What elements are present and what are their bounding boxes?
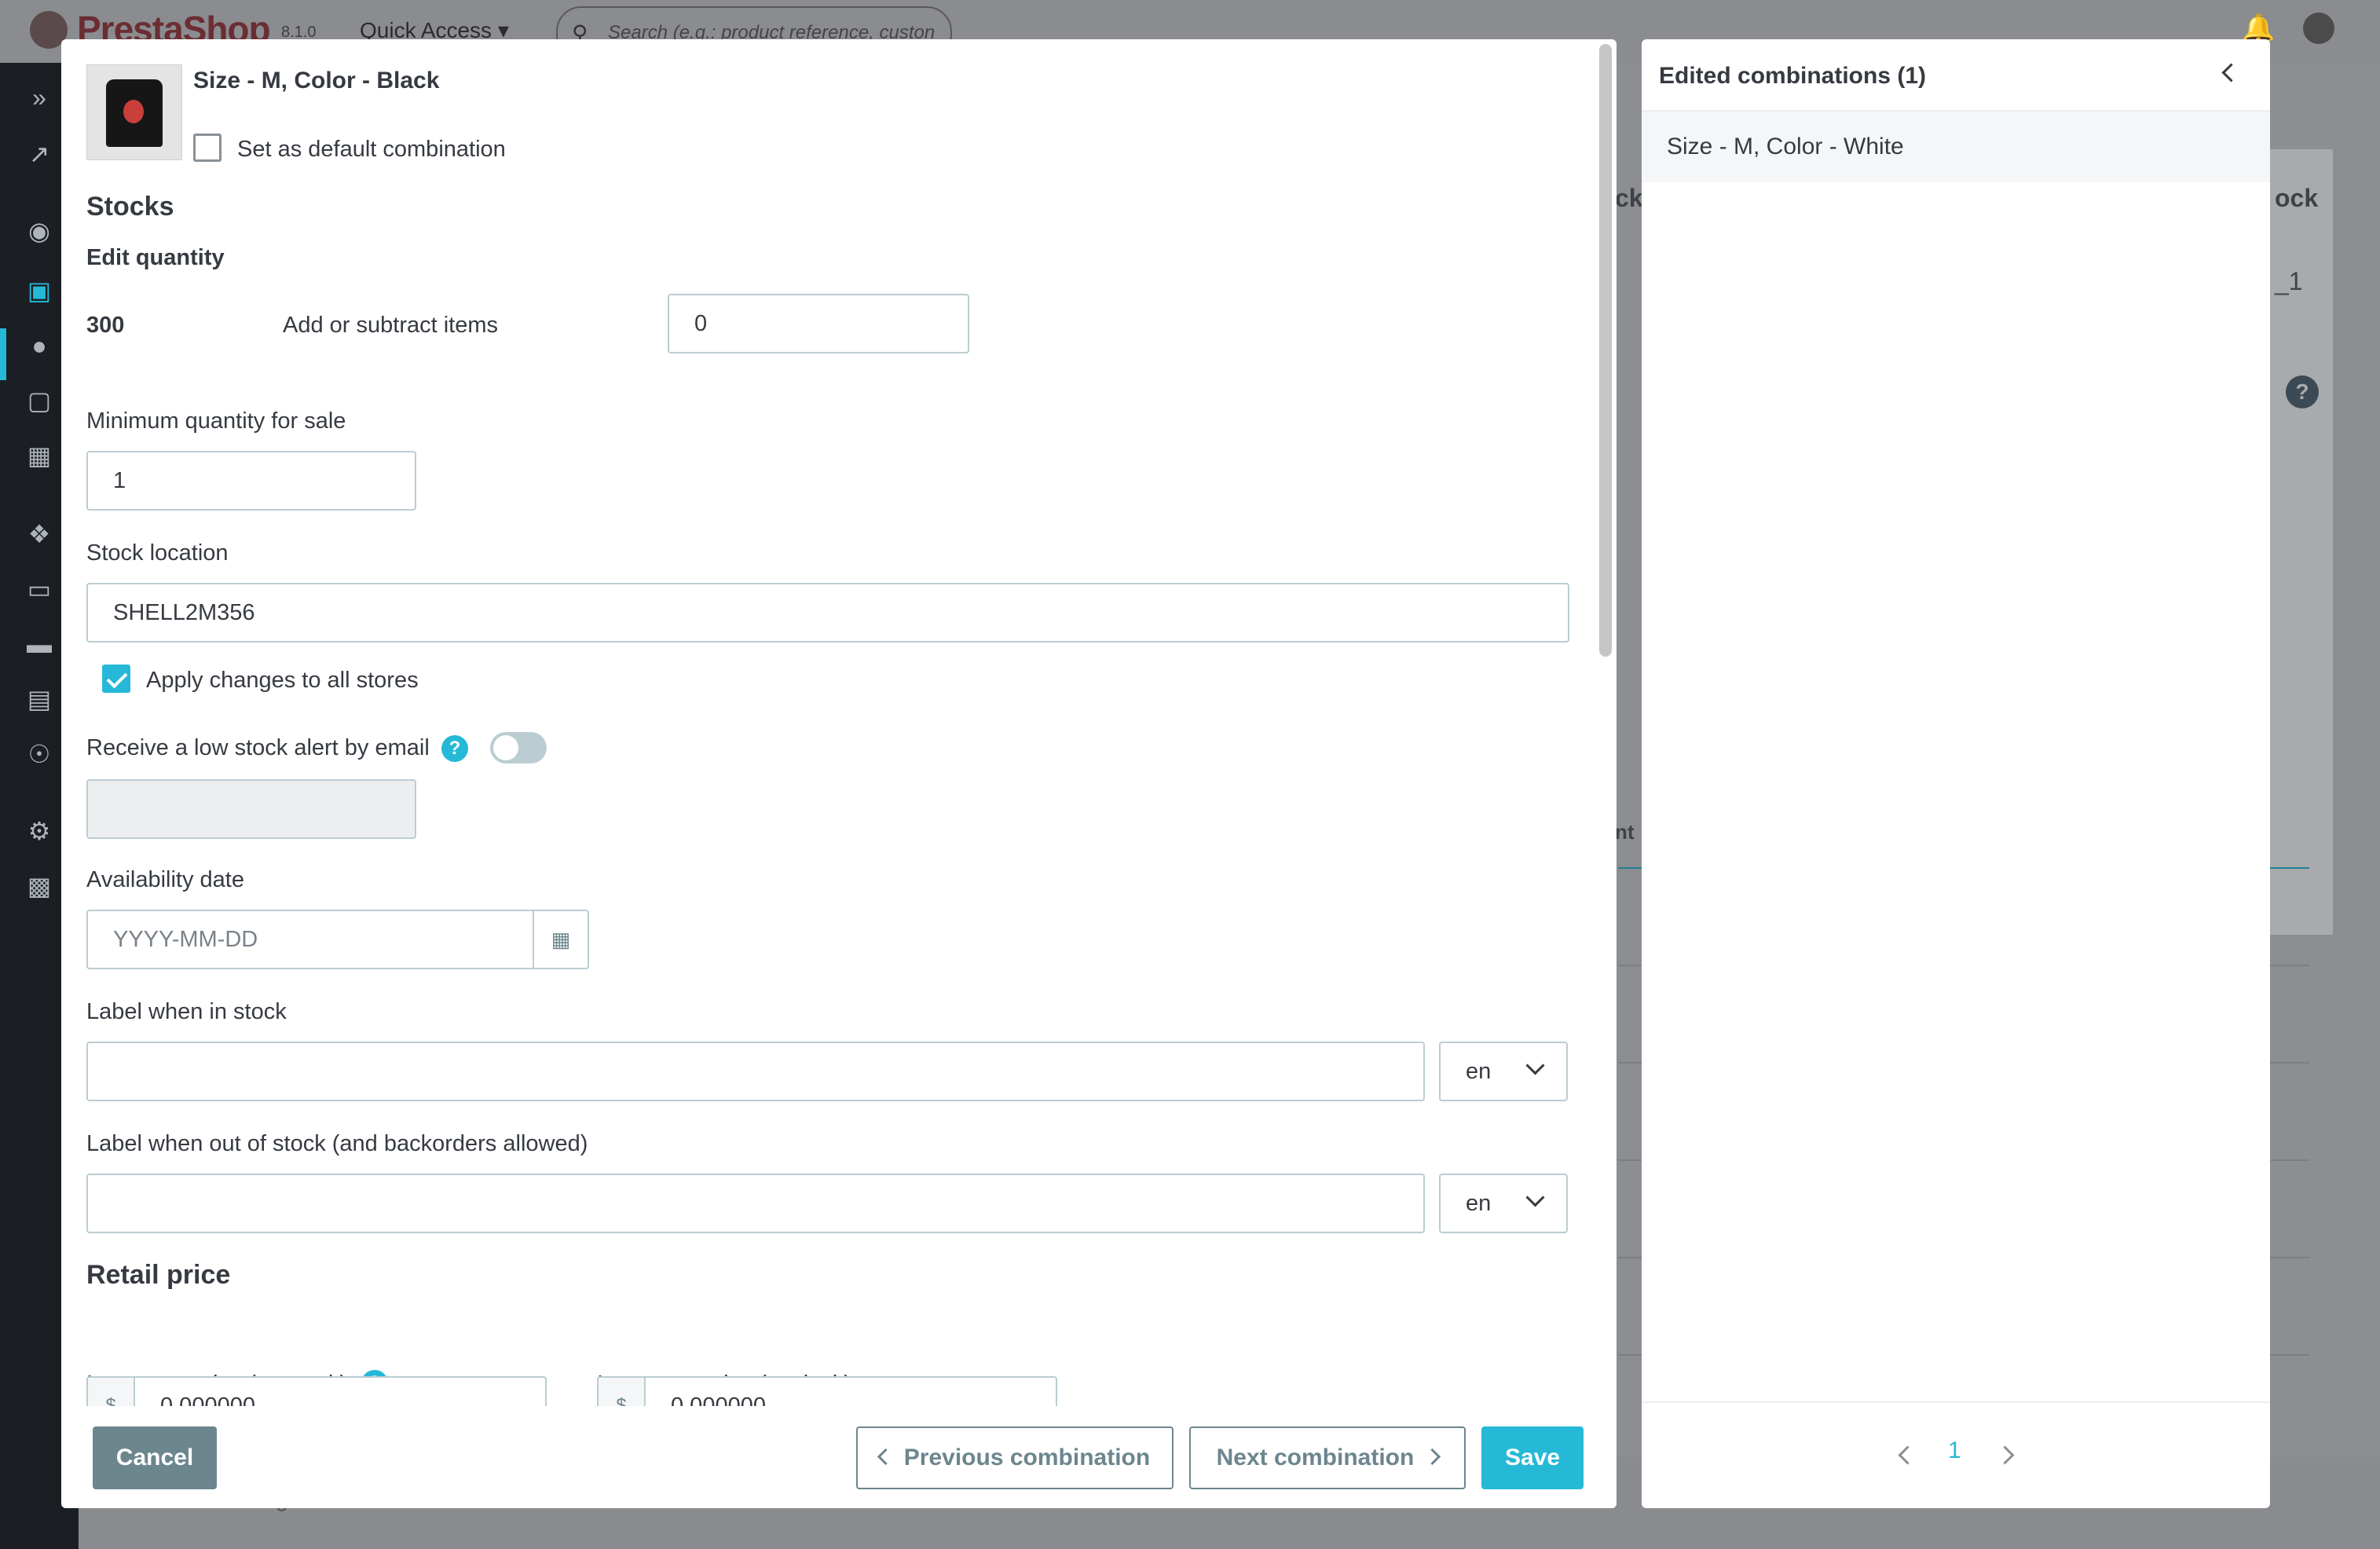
chart-icon[interactable]: ↗ (22, 137, 57, 171)
label-out-stock-label: Label when out of stock (and backorders … (86, 1131, 588, 1156)
stocks-heading: Stocks (86, 192, 174, 222)
modal-footer: Cancel Previous combination Next combina… (61, 1406, 1617, 1508)
edited-combination-label: Size - M, Color - White (1667, 134, 1904, 159)
availability-date-input[interactable]: YYYY-MM-DD (86, 910, 534, 969)
min-qty-label: Minimum quantity for sale (86, 408, 346, 434)
add-subtract-input[interactable]: 0 (668, 294, 969, 353)
availability-date-label: Availability date (86, 867, 244, 892)
low-stock-help-icon[interactable]: ? (441, 735, 468, 762)
calendar-icon[interactable]: ▦ (534, 910, 589, 969)
chevron-right-icon[interactable] (1995, 1445, 2015, 1465)
edit-quantity-heading: Edit quantity (86, 245, 225, 270)
modal-scrollbar[interactable] (1599, 44, 1612, 657)
default-combination-label: Set as default combination (237, 137, 506, 162)
edited-combinations-panel: Edited combinations (1) Size - M, Color … (1642, 39, 2270, 1508)
apply-all-stores-label: Apply changes to all stores (146, 668, 419, 693)
impact-incl-input[interactable]: 0.000000 (644, 1376, 1057, 1406)
low-stock-alert-toggle[interactable] (490, 732, 547, 764)
globe-icon[interactable]: ☉ (22, 737, 57, 771)
retail-price-heading: Retail price (86, 1260, 231, 1290)
background-fragment: nt (1615, 820, 1635, 844)
impact-excl-input[interactable]: 0.000000 (134, 1376, 547, 1406)
default-combination-checkbox[interactable] (193, 134, 222, 162)
basket-icon[interactable]: ◉ (22, 214, 57, 248)
chevron-left-icon[interactable] (1898, 1445, 1917, 1465)
stock-location-input[interactable]: SHELL2M356 (86, 583, 1569, 643)
background-fragment: ck (1615, 184, 1643, 212)
truck-icon[interactable]: ▬ (22, 627, 57, 661)
previous-combination-label: Previous combination (903, 1445, 1151, 1470)
chat-icon[interactable]: ▢ (22, 383, 57, 418)
apply-all-stores-checkbox[interactable] (102, 665, 130, 693)
background-help-icon: ? (2286, 375, 2319, 408)
current-quantity: 300 (86, 313, 125, 338)
cancel-button[interactable]: Cancel (93, 1426, 217, 1489)
chevron-right-icon (1424, 1448, 1441, 1465)
stock-location-label: Stock location (86, 540, 229, 566)
puzzle-icon[interactable]: ❖ (22, 517, 57, 551)
label-in-stock-label: Label when in stock (86, 999, 287, 1024)
language-value: en (1466, 1059, 1492, 1084)
add-subtract-label: Add or subtract items (283, 313, 498, 338)
store-icon[interactable]: ▣ (22, 273, 57, 308)
side-panel-header: Edited combinations (1) (1642, 39, 2270, 112)
side-panel-pagination: 1 (1642, 1401, 2270, 1508)
widget-icon[interactable]: ▩ (22, 869, 57, 903)
background-fragment: ock (2275, 184, 2319, 212)
background-fragment: _1 (2275, 267, 2303, 295)
user-icon[interactable]: ● (22, 328, 57, 363)
combination-title: Size - M, Color - Black (193, 68, 440, 93)
combination-thumbnail (86, 64, 182, 160)
side-panel-title: Edited combinations (1) (1659, 63, 1927, 89)
save-button[interactable]: Save (1481, 1426, 1584, 1489)
low-stock-alert-label: Receive a low stock alert by email (86, 735, 430, 760)
monitor-icon[interactable]: ▭ (22, 572, 57, 606)
chevron-down-icon (1525, 1188, 1545, 1207)
label-in-stock-input[interactable] (86, 1042, 1425, 1101)
stats-icon[interactable]: ▦ (22, 438, 57, 473)
chevron-left-icon (877, 1448, 894, 1465)
combination-edit-modal: Size - M, Color - Black Set as default c… (61, 39, 1617, 1508)
page-number[interactable]: 1 (1948, 1437, 1961, 1464)
user-avatar-icon[interactable] (2303, 13, 2334, 44)
gear-icon[interactable]: ⚙ (22, 814, 57, 848)
next-combination-button[interactable]: Next combination (1189, 1426, 1466, 1489)
label-out-stock-input[interactable] (86, 1174, 1425, 1233)
expand-icon[interactable]: » (22, 80, 57, 115)
tshirt-print (123, 100, 144, 123)
language-value: en (1466, 1191, 1492, 1216)
chevron-left-icon[interactable] (2221, 63, 2241, 82)
previous-combination-button[interactable]: Previous combination (856, 1426, 1174, 1489)
currency-addon: $ (597, 1376, 644, 1406)
availability-date-placeholder: YYYY-MM-DD (113, 927, 258, 952)
modal-body: Size - M, Color - Black Set as default c… (61, 39, 1601, 1406)
currency-addon: $ (86, 1376, 134, 1406)
label-out-stock-language-select[interactable]: en (1439, 1174, 1568, 1233)
next-combination-label: Next combination (1216, 1445, 1415, 1470)
card-icon[interactable]: ▤ (22, 682, 57, 716)
min-qty-input[interactable]: 1 (86, 451, 416, 511)
edited-combination-item[interactable]: Size - M, Color - White (1642, 112, 2270, 182)
sidebar-active-indicator (0, 328, 6, 380)
low-stock-threshold-input (86, 779, 416, 839)
chevron-down-icon (1525, 1056, 1545, 1075)
label-in-stock-language-select[interactable]: en (1439, 1042, 1568, 1101)
